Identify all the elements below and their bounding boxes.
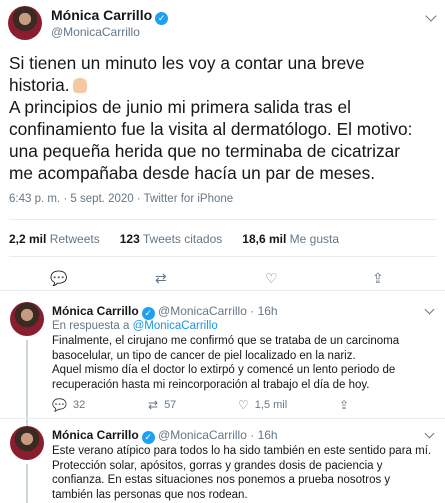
reply-actions: 💬 32 ⇄ 57 ♡ 1,5 mil ⇪	[52, 398, 412, 416]
handle[interactable]: @MonicaCarrillo	[51, 25, 168, 40]
share-icon: ⇪	[339, 398, 350, 412]
chevron-down-icon[interactable]	[424, 304, 435, 315]
pointing-down-hand-icon	[72, 78, 87, 93]
reply-header: Mónica Carrillo ✓ @MonicaCarrillo · 16h	[52, 428, 278, 444]
display-name[interactable]: Mónica Carrillo	[52, 428, 139, 442]
handle-time[interactable]: @MonicaCarrillo · 16h	[158, 428, 278, 442]
reply-icon[interactable]: 💬	[50, 268, 67, 288]
tweet-line: me acompañaba desde hacía un par de mese…	[9, 163, 376, 183]
reply-text: Este verano atípico para todos lo ha sid…	[52, 444, 437, 502]
display-name[interactable]: Mónica Carrillo	[51, 7, 152, 23]
reply-line: recuperación hasta mi reincorporación al…	[52, 378, 370, 391]
reply-line: confianza. En estas situaciones nos pone…	[52, 474, 391, 486]
reply-line: también las personas que nos rodean.	[52, 488, 248, 501]
quotes-stat[interactable]: 123 Tweets citados	[120, 232, 223, 246]
like-action[interactable]: ♡ 1,5 mil	[238, 398, 287, 412]
retweets-stat[interactable]: 2,2 mil Retweets	[9, 232, 100, 246]
tweet-line: una pequeña herida que no terminaba de c…	[9, 141, 401, 161]
verified-badge-icon: ✓	[155, 12, 169, 25]
tweet-line: confinamiento fue la visita al dermatólo…	[9, 119, 413, 139]
reply-line: basocelular, un tipo de cancer de piel l…	[52, 349, 356, 362]
reply-line: Este verano atípico para todos lo ha sid…	[52, 445, 432, 457]
in-reply-to: En respuesta a @MonicaCarrillo	[52, 320, 218, 332]
share-action[interactable]: ⇪	[339, 398, 355, 412]
avatar[interactable]	[10, 426, 44, 460]
tweet-line: historia.	[9, 74, 439, 96]
divider	[0, 418, 445, 419]
reply-line: Protección solar, apósitos, gorras y gra…	[52, 459, 383, 472]
tweet-timestamp[interactable]: 6:43 p. m. · 5 sept. 2020 · Twitter for …	[9, 193, 233, 205]
reply-action[interactable]: 💬 32	[52, 398, 85, 412]
tweet-actions: 💬 ⇄ ♡ ⇪	[0, 268, 445, 292]
reply-line: Aquel mismo día el doctor lo extirpó y c…	[52, 364, 396, 376]
retweet-icon[interactable]: ⇄	[155, 268, 167, 288]
tweet-stats: 2,2 mil Retweets 123 Tweets citados 18,6…	[9, 232, 359, 246]
avatar[interactable]	[10, 302, 44, 336]
retweet-action[interactable]: ⇄ 57	[148, 398, 176, 412]
divider	[0, 290, 445, 298]
chevron-down-icon[interactable]	[424, 428, 435, 439]
reply-text: Finalmente, el cirujano me confirmó que …	[52, 334, 437, 392]
thread-line	[26, 464, 28, 503]
divider	[9, 219, 437, 220]
chevron-down-icon[interactable]	[425, 10, 437, 22]
reply-count: 32	[72, 399, 86, 411]
author-row[interactable]: Mónica Carrillo ✓ @MonicaCarrillo	[8, 6, 169, 40]
likes-stat[interactable]: 18,6 mil Me gusta	[242, 232, 339, 246]
retweet-icon: ⇄	[148, 398, 159, 412]
divider	[9, 256, 437, 257]
like-icon: ♡	[238, 398, 249, 412]
verified-badge-icon: ✓	[141, 431, 155, 444]
like-count: 1,5 mil	[254, 399, 288, 411]
tweet-line: Si tienen un minuto les voy a contar una…	[9, 53, 365, 73]
handle-time[interactable]: @MonicaCarrillo · 16h	[158, 304, 278, 318]
reply-line: Finalmente, el cirujano me confirmó que …	[52, 335, 400, 347]
reply-header: Mónica Carrillo ✓ @MonicaCarrillo · 16h	[52, 304, 278, 320]
reply-icon: 💬	[52, 398, 67, 412]
tweet-text: Si tienen un minuto les voy a contar una…	[9, 52, 439, 184]
like-icon[interactable]: ♡	[265, 268, 278, 288]
avatar[interactable]	[8, 6, 42, 40]
display-name[interactable]: Mónica Carrillo	[52, 304, 139, 318]
share-icon[interactable]: ⇪	[372, 268, 384, 288]
retweet-count: 57	[164, 399, 177, 411]
in-reply-handle-link[interactable]: @MonicaCarrillo	[133, 320, 218, 332]
tweet-line: A principios de junio mi primera salida …	[9, 97, 351, 117]
